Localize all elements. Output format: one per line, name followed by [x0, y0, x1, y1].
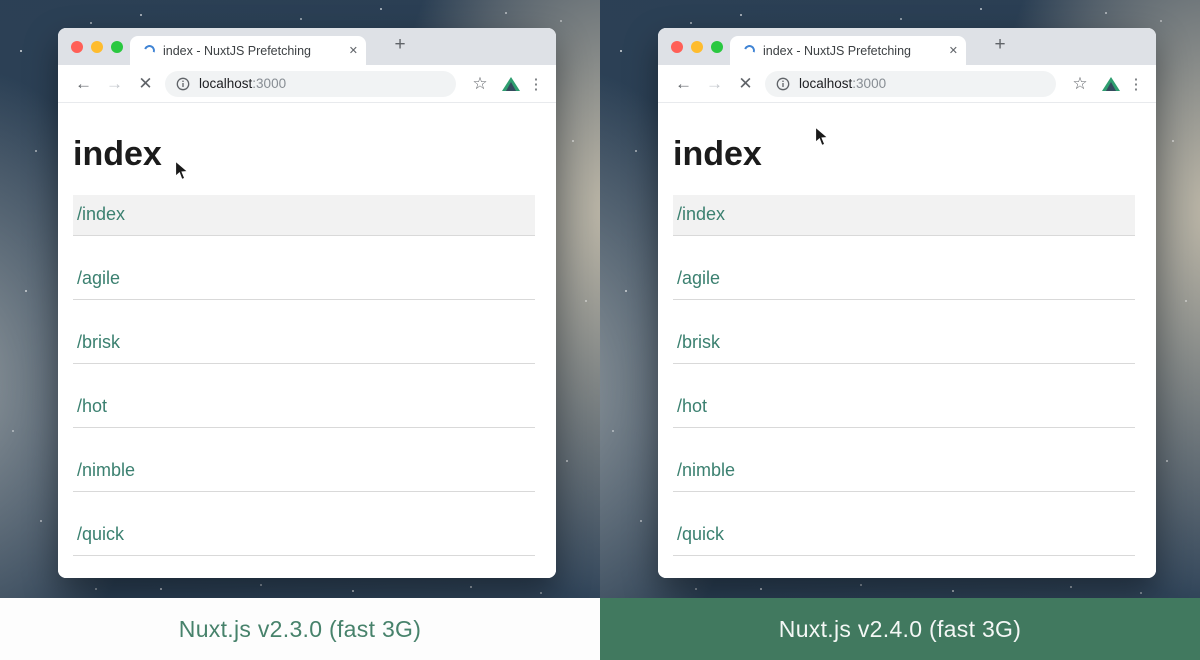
caption-right: Nuxt.js v2.4.0 (fast 3G)	[600, 598, 1200, 660]
tab-loading-spinner-icon	[142, 43, 157, 58]
wallpaper-stars	[0, 0, 2, 2]
tab-close-icon[interactable]: ✕	[949, 44, 958, 57]
tab-title: index - NuxtJS Prefetching	[763, 44, 943, 58]
close-window-button[interactable]	[671, 41, 683, 53]
tab-loading-spinner-icon	[742, 43, 757, 58]
stop-loading-button[interactable]: ✕	[130, 74, 161, 94]
close-window-button[interactable]	[71, 41, 83, 53]
page-content: index /index /agile /brisk /hot /nimble …	[58, 135, 556, 578]
browser-menu-icon[interactable]: ⋮	[526, 75, 546, 93]
page-link-brisk[interactable]: /brisk	[73, 323, 535, 364]
page-title: index	[673, 135, 1135, 174]
new-tab-button[interactable]: +	[988, 34, 1012, 56]
tab-strip: index - NuxtJS Prefetching ✕ +	[58, 28, 556, 65]
wallpaper-stars	[600, 0, 602, 2]
page-link-quick[interactable]: /quick	[673, 515, 1135, 556]
address-bar[interactable]: localhost:3000	[165, 71, 456, 97]
page-link-agile[interactable]: /agile	[673, 259, 1135, 300]
browser-tab[interactable]: index - NuxtJS Prefetching ✕	[730, 36, 966, 65]
traffic-lights	[671, 41, 723, 53]
tab-title: index - NuxtJS Prefetching	[163, 44, 343, 58]
page-title: index	[73, 135, 535, 174]
page-link-nimble[interactable]: /nimble	[73, 451, 535, 492]
tab-strip: index - NuxtJS Prefetching ✕ +	[658, 28, 1156, 65]
browser-window-left: index - NuxtJS Prefetching ✕ + ← → ✕ loc…	[58, 28, 556, 578]
url-text: localhost:3000	[799, 76, 886, 91]
browser-toolbar: ← → ✕ localhost:3000 ☆ ⋮	[658, 65, 1156, 103]
link-list: /index /agile /brisk /hot /nimble /quick	[673, 195, 1135, 556]
url-text: localhost:3000	[199, 76, 286, 91]
page-link-agile[interactable]: /agile	[73, 259, 535, 300]
address-bar[interactable]: localhost:3000	[765, 71, 1056, 97]
page-info-icon[interactable]	[776, 77, 790, 91]
url-port: :3000	[252, 76, 286, 91]
browser-tab[interactable]: index - NuxtJS Prefetching ✕	[130, 36, 366, 65]
page-info-icon[interactable]	[176, 77, 190, 91]
page-link-index[interactable]: /index	[73, 195, 535, 236]
back-button[interactable]: ←	[68, 74, 99, 94]
fullscreen-window-button[interactable]	[111, 41, 123, 53]
page-link-brisk[interactable]: /brisk	[673, 323, 1135, 364]
fullscreen-window-button[interactable]	[711, 41, 723, 53]
url-host: localhost	[199, 76, 252, 91]
new-tab-button[interactable]: +	[388, 34, 412, 56]
bookmark-star-icon[interactable]: ☆	[466, 74, 494, 94]
browser-menu-icon[interactable]: ⋮	[1126, 75, 1146, 93]
vue-devtools-extension-icon[interactable]	[1094, 74, 1126, 94]
page-link-hot[interactable]: /hot	[73, 387, 535, 428]
url-port: :3000	[852, 76, 886, 91]
browser-window-right: index - NuxtJS Prefetching ✕ + ← → ✕ loc…	[658, 28, 1156, 578]
page-link-index[interactable]: /index	[673, 195, 1135, 236]
url-host: localhost	[799, 76, 852, 91]
page-link-hot[interactable]: /hot	[673, 387, 1135, 428]
left-screenshot-half: index - NuxtJS Prefetching ✕ + ← → ✕ loc…	[0, 0, 600, 660]
forward-button[interactable]: →	[99, 74, 130, 94]
page-link-quick[interactable]: /quick	[73, 515, 535, 556]
page-content: index /index /agile /brisk /hot /nimble …	[658, 135, 1156, 578]
browser-toolbar: ← → ✕ localhost:3000 ☆ ⋮	[58, 65, 556, 103]
minimize-window-button[interactable]	[91, 41, 103, 53]
forward-button[interactable]: →	[699, 74, 730, 94]
bookmark-star-icon[interactable]: ☆	[1066, 74, 1094, 94]
minimize-window-button[interactable]	[691, 41, 703, 53]
caption-left: Nuxt.js v2.3.0 (fast 3G)	[0, 598, 600, 660]
vue-devtools-extension-icon[interactable]	[494, 74, 526, 94]
right-screenshot-half: index - NuxtJS Prefetching ✕ + ← → ✕ loc…	[600, 0, 1200, 660]
link-list: /index /agile /brisk /hot /nimble /quick	[73, 195, 535, 556]
stop-loading-button[interactable]: ✕	[730, 74, 761, 94]
back-button[interactable]: ←	[668, 74, 699, 94]
traffic-lights	[71, 41, 123, 53]
page-link-nimble[interactable]: /nimble	[673, 451, 1135, 492]
tab-close-icon[interactable]: ✕	[349, 44, 358, 57]
